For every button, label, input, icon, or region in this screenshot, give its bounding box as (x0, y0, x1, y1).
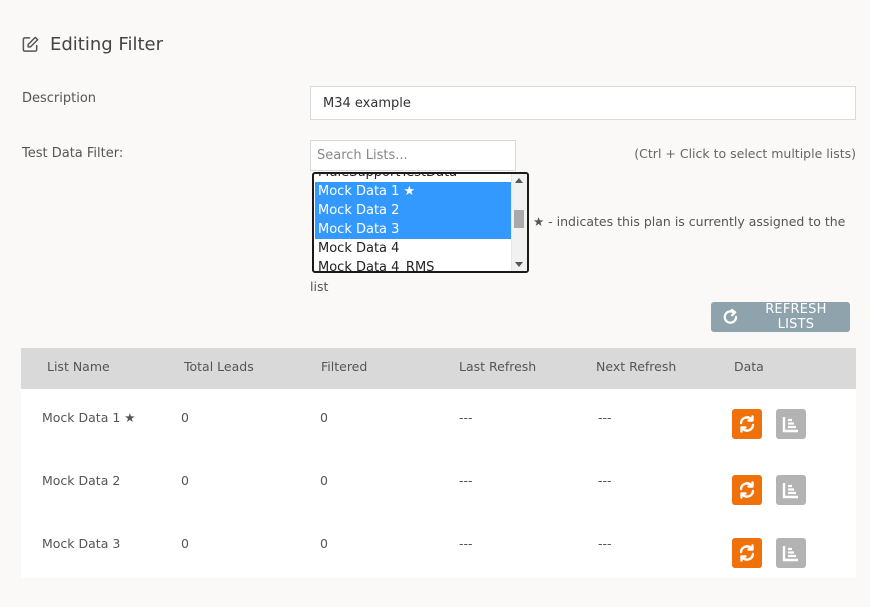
cell-list-name: Mock Data 1 ★ (42, 410, 136, 425)
cell-next-refresh: --- (598, 410, 612, 425)
col-list-name: List Name (47, 359, 110, 374)
list-option[interactable]: Mock Data 2 (315, 201, 511, 220)
sync-icon (739, 415, 755, 433)
cell-total-leads: 0 (181, 410, 189, 425)
refresh-lists-button[interactable]: REFRESH LISTS (711, 302, 850, 332)
cell-last-refresh: --- (459, 536, 473, 551)
star-note: ★ - indicates this plan is currently ass… (533, 214, 846, 229)
chart-icon (782, 417, 798, 433)
view-chart-button[interactable] (776, 409, 806, 439)
sync-data-button[interactable] (732, 409, 762, 439)
list-option[interactable]: Mock Data 1 ★ (315, 182, 511, 201)
cell-total-leads: 0 (181, 536, 189, 551)
table-row: Mock Data 3 0 0 --- --- (21, 515, 856, 578)
col-total-leads: Total Leads (184, 359, 254, 374)
description-label: Description (22, 91, 97, 106)
table-row: Mock Data 1 ★ 0 0 --- --- (21, 389, 856, 452)
cell-last-refresh: --- (459, 473, 473, 488)
cell-next-refresh: --- (598, 473, 612, 488)
sync-icon (739, 481, 755, 499)
search-lists-input[interactable] (310, 140, 516, 171)
cell-next-refresh: --- (598, 536, 612, 551)
cell-filtered: 0 (320, 410, 328, 425)
sync-icon (739, 544, 755, 562)
star-note-continuation: list (310, 279, 329, 294)
lists-select[interactable]: MuleSupportTestData Mock Data 1 ★ Mock Dat… (312, 172, 529, 273)
scroll-thumb[interactable] (514, 210, 524, 228)
cell-filtered: 0 (320, 536, 328, 551)
table-row: Mock Data 2 0 0 --- --- (21, 452, 856, 515)
scroll-up-icon[interactable] (515, 178, 523, 183)
chart-icon (782, 546, 798, 562)
cell-list-name: Mock Data 3 (42, 536, 121, 551)
test-data-filter-label: Test Data Filter: (22, 146, 124, 161)
cell-list-name: Mock Data 2 (42, 473, 121, 488)
cell-total-leads: 0 (181, 473, 189, 488)
view-chart-button[interactable] (776, 538, 806, 568)
cell-filtered: 0 (320, 473, 328, 488)
list-option[interactable]: Mock Data 4_RMS (315, 258, 511, 271)
refresh-icon (723, 308, 738, 324)
description-input[interactable] (310, 86, 856, 120)
list-scrollbar[interactable] (511, 174, 527, 271)
scroll-down-icon[interactable] (515, 262, 523, 267)
page-title-text: Editing Filter (50, 33, 163, 55)
list-option[interactable]: Mock Data 3 (315, 220, 511, 239)
chart-icon (782, 483, 798, 499)
list-option[interactable]: MuleSupportTestData (315, 174, 511, 182)
col-last-refresh: Last Refresh (459, 359, 537, 374)
lists-table: List Name Total Leads Filtered Last Refr… (21, 348, 856, 578)
cell-last-refresh: --- (459, 410, 473, 425)
refresh-lists-label: REFRESH LISTS (765, 302, 827, 332)
col-filtered: Filtered (321, 359, 368, 374)
edit-icon (22, 36, 39, 52)
sync-data-button[interactable] (732, 538, 762, 568)
col-next-refresh: Next Refresh (596, 359, 677, 374)
list-option[interactable]: Mock Data 4 (315, 239, 511, 258)
table-header: List Name Total Leads Filtered Last Refr… (21, 348, 856, 389)
multi-select-hint: (Ctrl + Click to select multiple lists) (634, 146, 856, 161)
view-chart-button[interactable] (776, 475, 806, 505)
col-data: Data (734, 359, 764, 374)
page-title: Editing Filter (21, 31, 163, 57)
list-options: MuleSupportTestData Mock Data 1 ★ Mock Dat… (315, 174, 511, 271)
sync-data-button[interactable] (732, 475, 762, 505)
